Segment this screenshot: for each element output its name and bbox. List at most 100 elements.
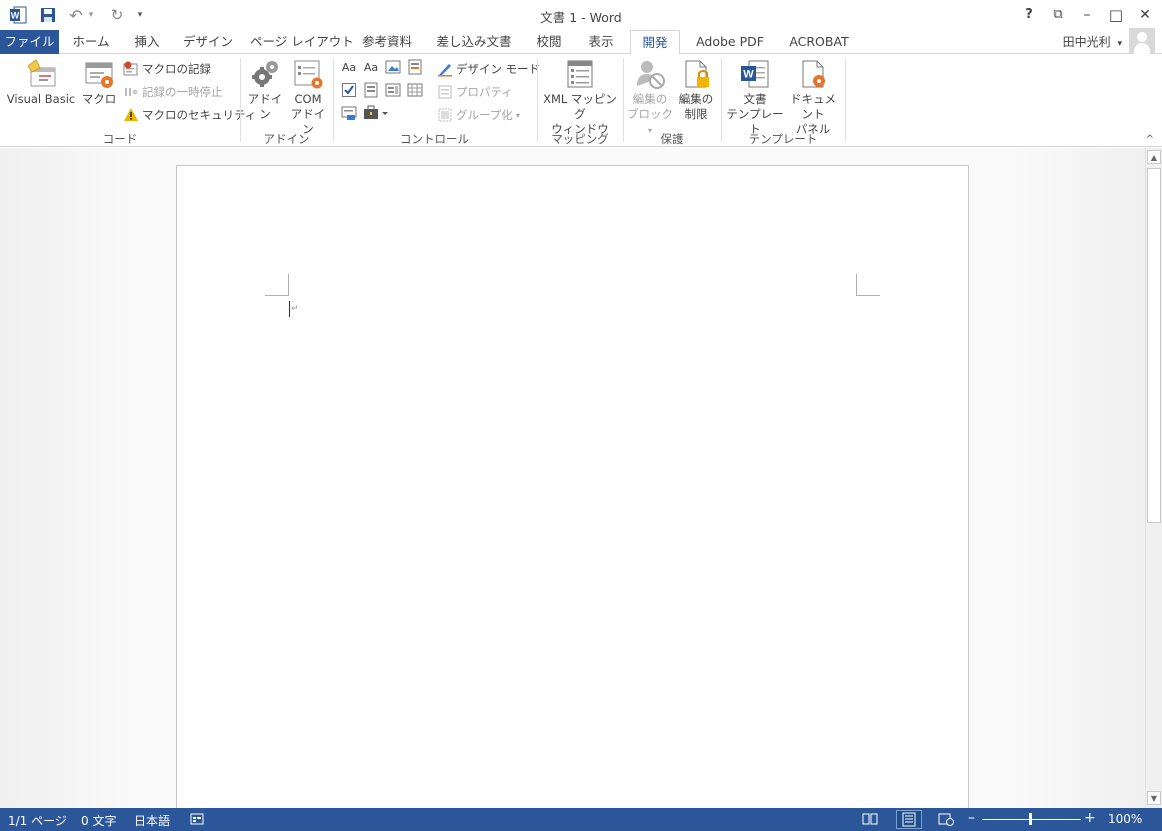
restrict-editing-button[interactable]: 編集の 制限	[676, 58, 716, 122]
visual-basic-label: Visual Basic	[6, 92, 76, 106]
group-separator	[721, 58, 722, 142]
picture-control-icon[interactable]	[384, 59, 402, 77]
group-separator	[845, 58, 846, 142]
building-block-control-icon[interactable]	[406, 59, 424, 77]
record-macro-button[interactable]: マクロの記録	[123, 60, 211, 78]
group-label-protect: 保護	[660, 132, 684, 146]
group-icon	[437, 107, 453, 123]
tab-adobe-pdf[interactable]: Adobe PDF	[690, 30, 770, 54]
restrict-editing-label-1: 編集の	[678, 92, 714, 106]
document-area[interactable]: ↵	[0, 148, 1145, 808]
design-mode-label: デザイン モード	[456, 62, 541, 76]
paragraph-mark: ↵	[291, 304, 299, 314]
macro-label: マクロ	[81, 92, 117, 106]
tab-page-layout[interactable]: ページ レイアウト	[250, 30, 354, 54]
properties-icon	[437, 84, 453, 100]
tab-design[interactable]: デザイン	[180, 30, 236, 54]
tab-review[interactable]: 校閲	[530, 30, 568, 54]
tab-references[interactable]: 参考資料	[356, 30, 418, 54]
zoom-in-button[interactable]: +	[1084, 810, 1096, 826]
zoom-level[interactable]: 100%	[1108, 812, 1142, 826]
document-page[interactable]: ↵	[176, 165, 969, 808]
document-panel-icon	[797, 58, 829, 90]
web-layout-icon[interactable]	[938, 812, 954, 826]
print-layout-icon[interactable]	[896, 810, 922, 829]
window-title: 文書 1 - Word	[540, 10, 622, 25]
vertical-scrollbar[interactable]: ▲ ▼	[1145, 148, 1162, 808]
block-authors-icon	[634, 58, 666, 90]
visual-basic-button[interactable]: Visual Basic	[5, 58, 77, 107]
ribbon-tabs: ファイル ホーム 挿入 デザイン ページ レイアウト 参考資料 差し込み文書 校…	[0, 30, 1162, 55]
tab-mailings[interactable]: 差し込み文書	[432, 30, 516, 54]
document-template-button[interactable]: W 文書 テンプレート	[725, 58, 785, 137]
block-authors-button[interactable]: 編集の ブロック ▾	[626, 58, 674, 138]
group-separator	[240, 58, 241, 142]
pause-recording-button[interactable]: 記録の一時停止	[123, 83, 223, 101]
help-button[interactable]: ?	[1018, 5, 1040, 25]
tab-view[interactable]: 表示	[582, 30, 620, 54]
tab-home[interactable]: ホーム	[68, 30, 114, 54]
document-template-icon: W	[739, 58, 771, 90]
ribbon: Visual Basic マクロ マクロの記録 記録の一時停止 マクロのセキュリ…	[0, 54, 1162, 147]
date-picker-control-icon[interactable]	[406, 82, 424, 100]
design-mode-icon	[437, 61, 453, 77]
crop-mark-top-left	[265, 274, 289, 296]
minimize-button[interactable]: –	[1076, 5, 1098, 25]
macro-recording-status-icon[interactable]	[190, 812, 206, 826]
xml-mapping-pane-button[interactable]: XML マッピング ウィンドウ	[540, 58, 620, 137]
collapse-ribbon-icon[interactable]: ^	[1146, 134, 1154, 145]
zoom-slider-thumb[interactable]	[1029, 813, 1032, 825]
status-bar: 1/1 ページ 0 文字 日本語 – + 100%	[0, 808, 1162, 831]
checkbox-control-icon[interactable]	[340, 82, 358, 100]
read-mode-icon[interactable]	[862, 812, 878, 826]
group-label-mapping: マッピング	[551, 132, 609, 146]
macro-button[interactable]: マクロ	[81, 58, 117, 107]
block-authors-label-2-text: ブロック	[627, 107, 673, 121]
language-indicator[interactable]: 日本語	[134, 812, 170, 829]
macro-security-button[interactable]: マクロのセキュリティ	[123, 106, 256, 124]
svg-text:W: W	[743, 69, 754, 81]
design-mode-button[interactable]: デザイン モード	[437, 60, 540, 78]
pause-icon	[123, 84, 139, 100]
tab-developer[interactable]: 開発	[630, 30, 680, 55]
warning-icon	[123, 107, 139, 123]
scroll-down-button[interactable]: ▼	[1147, 791, 1161, 805]
dropdown-list-control-icon[interactable]	[384, 82, 402, 100]
group-label-code: コード	[102, 132, 138, 146]
addin-label: アドイン	[247, 92, 283, 121]
plain-text-control-icon[interactable]: Aa	[362, 59, 380, 77]
legacy-tools-icon[interactable]	[362, 105, 390, 123]
com-addin-icon	[292, 58, 324, 90]
scroll-thumb[interactable]	[1147, 168, 1161, 523]
maximize-button[interactable]: □	[1105, 5, 1127, 25]
group-label-templates: テンプレート	[748, 132, 818, 146]
record-macro-icon	[123, 61, 139, 77]
group-button[interactable]: グループ化 ▾	[437, 106, 520, 124]
com-addin-button[interactable]: COM アドイン	[288, 58, 328, 137]
properties-button[interactable]: プロパティ	[437, 83, 513, 101]
group-label-controls: コントロール	[400, 132, 469, 146]
scroll-up-button[interactable]: ▲	[1147, 150, 1161, 164]
tab-file[interactable]: ファイル	[0, 30, 59, 54]
document-panel-label-1: ドキュメント	[790, 92, 836, 121]
addin-button[interactable]: アドイン	[245, 58, 285, 122]
visual-basic-icon	[25, 58, 57, 90]
tab-acrobat[interactable]: ACROBAT	[784, 30, 854, 54]
tab-insert[interactable]: 挿入	[128, 30, 166, 54]
user-account[interactable]: 田中光利 ▾	[1063, 33, 1122, 50]
repeating-section-control-icon[interactable]	[340, 105, 358, 123]
rich-text-control-icon[interactable]: Aa	[340, 59, 358, 77]
zoom-out-button[interactable]: –	[968, 810, 975, 826]
word-count[interactable]: 0 文字	[81, 812, 116, 829]
document-panel-button[interactable]: ドキュメント パネル	[785, 58, 841, 137]
group-separator	[623, 58, 624, 142]
ribbon-display-options-button[interactable]: ⧉	[1047, 5, 1069, 25]
restrict-editing-icon	[680, 58, 712, 90]
pause-recording-label: 記録の一時停止	[142, 85, 223, 99]
page-count[interactable]: 1/1 ページ	[8, 812, 67, 829]
combo-box-control-icon[interactable]	[362, 82, 380, 100]
record-macro-label: マクロの記録	[142, 62, 211, 76]
close-button[interactable]: ✕	[1134, 5, 1156, 25]
avatar[interactable]	[1129, 28, 1155, 54]
xml-mapping-label-1: XML マッピング	[543, 92, 617, 121]
